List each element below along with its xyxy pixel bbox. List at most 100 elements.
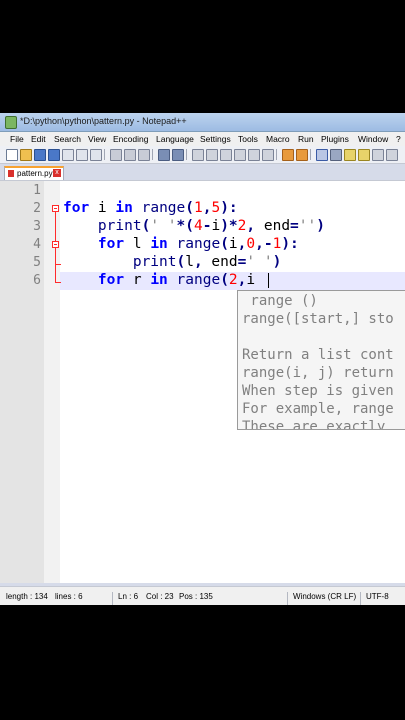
- text-caret: [268, 273, 269, 288]
- new-file-icon[interactable]: [6, 149, 18, 161]
- copy-icon[interactable]: [124, 149, 136, 161]
- fold-toggle-icon[interactable]: [52, 205, 59, 212]
- operator: ):: [281, 236, 299, 252]
- tab-bar: pattern.py x: [0, 164, 405, 181]
- menu-edit[interactable]: Edit: [31, 134, 46, 144]
- tab-pattern-py[interactable]: pattern.py x: [4, 166, 64, 180]
- status-encoding[interactable]: UTF-8: [366, 592, 389, 601]
- operator: ):: [220, 200, 238, 216]
- keyword: for: [97, 236, 125, 252]
- show-all-chars-icon[interactable]: [296, 149, 308, 161]
- menu-help[interactable]: ?: [396, 134, 401, 144]
- find-icon[interactable]: [192, 149, 204, 161]
- save-icon[interactable]: [34, 149, 46, 161]
- title-bar: *D:\python\python\pattern.py - Notepad++: [0, 113, 405, 132]
- cut-icon[interactable]: [110, 149, 122, 161]
- operator: (: [220, 272, 229, 288]
- operator: ,-: [255, 236, 273, 252]
- sync-h-icon[interactable]: [262, 149, 274, 161]
- doc-map-icon[interactable]: [330, 149, 342, 161]
- code-line-6: for r in range(2,i: [63, 272, 255, 288]
- operator: =: [290, 218, 299, 234]
- line-number: 1: [33, 183, 41, 198]
- calltip-line: When step is given: [242, 383, 394, 399]
- number: 5: [211, 200, 221, 216]
- calltip-line: range (): [242, 293, 318, 309]
- menu-tools[interactable]: Tools: [238, 134, 258, 144]
- status-col: Col : 23: [146, 592, 174, 601]
- replace-icon[interactable]: [206, 149, 218, 161]
- code-text: i: [89, 200, 116, 216]
- code-text: end: [202, 254, 238, 270]
- menu-window[interactable]: Window: [358, 134, 388, 144]
- toolbar-separator: [276, 149, 277, 160]
- keyword: in: [150, 236, 168, 252]
- redo-icon[interactable]: [172, 149, 184, 161]
- menu-settings[interactable]: Settings: [200, 134, 231, 144]
- menu-run[interactable]: Run: [298, 134, 314, 144]
- code-text: i: [246, 272, 256, 288]
- menu-plugins[interactable]: Plugins: [321, 134, 349, 144]
- close-icon[interactable]: [62, 149, 74, 161]
- builtin: print: [132, 254, 177, 270]
- operator: ,: [246, 218, 256, 234]
- tab-close-icon[interactable]: x: [53, 169, 61, 177]
- keyword: in: [115, 200, 133, 216]
- number: 0: [246, 236, 256, 252]
- paste-icon[interactable]: [138, 149, 150, 161]
- status-separator: [112, 592, 113, 605]
- code-editor[interactable]: 1 2 3 4 5 6 for i in range(1,5): print('…: [0, 181, 405, 583]
- menu-encoding[interactable]: Encoding: [113, 134, 148, 144]
- line-number-gutter: 1 2 3 4 5 6: [0, 181, 44, 583]
- calltip-line: Return a list cont: [242, 347, 394, 363]
- code-text: i: [211, 218, 221, 234]
- window-title: *D:\python\python\pattern.py - Notepad++: [20, 116, 187, 126]
- function-list-icon[interactable]: [358, 149, 370, 161]
- builtin: range: [141, 200, 186, 216]
- close-all-icon[interactable]: [76, 149, 88, 161]
- status-length: length : 134: [6, 592, 48, 601]
- function-list-icon[interactable]: [344, 149, 356, 161]
- open-file-icon[interactable]: [20, 149, 32, 161]
- code-text: l: [185, 254, 194, 270]
- menu-macro[interactable]: Macro: [266, 134, 290, 144]
- line-number: 6: [33, 273, 41, 288]
- word-wrap-icon[interactable]: [282, 149, 294, 161]
- fold-toggle-icon[interactable]: [52, 241, 59, 248]
- print-icon[interactable]: [90, 149, 102, 161]
- toolbar: [0, 146, 405, 164]
- code-line-3: print(' '*(4-i)*2, end=''): [63, 218, 325, 234]
- status-pos: Pos : 135: [179, 592, 213, 601]
- keyword: for: [63, 200, 90, 216]
- operator: (: [141, 218, 151, 234]
- unsaved-file-icon: [8, 170, 14, 177]
- menu-file[interactable]: File: [10, 134, 24, 144]
- menu-view[interactable]: View: [88, 134, 106, 144]
- fold-end-marker: [55, 264, 61, 265]
- macro-play-icon[interactable]: [386, 149, 398, 161]
- code-text: l: [124, 236, 151, 252]
- macro-record-icon[interactable]: [372, 149, 384, 161]
- line-number: 4: [33, 237, 41, 252]
- menu-search[interactable]: Search: [54, 134, 81, 144]
- status-eol[interactable]: Windows (CR LF): [293, 592, 356, 601]
- operator: *(: [176, 218, 194, 234]
- builtin: range: [176, 236, 221, 252]
- indent-guide-icon[interactable]: [316, 149, 328, 161]
- save-all-icon[interactable]: [48, 149, 60, 161]
- undo-icon[interactable]: [158, 149, 170, 161]
- number: 4: [193, 218, 203, 234]
- zoom-in-icon[interactable]: [220, 149, 232, 161]
- toolbar-separator: [186, 149, 187, 160]
- sync-v-icon[interactable]: [248, 149, 260, 161]
- code-line-5: print(l, end=' '): [63, 254, 281, 270]
- menu-language[interactable]: Language: [156, 134, 194, 144]
- string: ' ': [150, 218, 177, 234]
- calltip-line: range(i, j) return: [242, 365, 394, 381]
- zoom-out-icon[interactable]: [234, 149, 246, 161]
- status-bar: length : 134 lines : 6 Ln : 6 Col : 23 P…: [0, 586, 405, 605]
- operator: )*: [220, 218, 238, 234]
- code-text: end: [255, 218, 291, 234]
